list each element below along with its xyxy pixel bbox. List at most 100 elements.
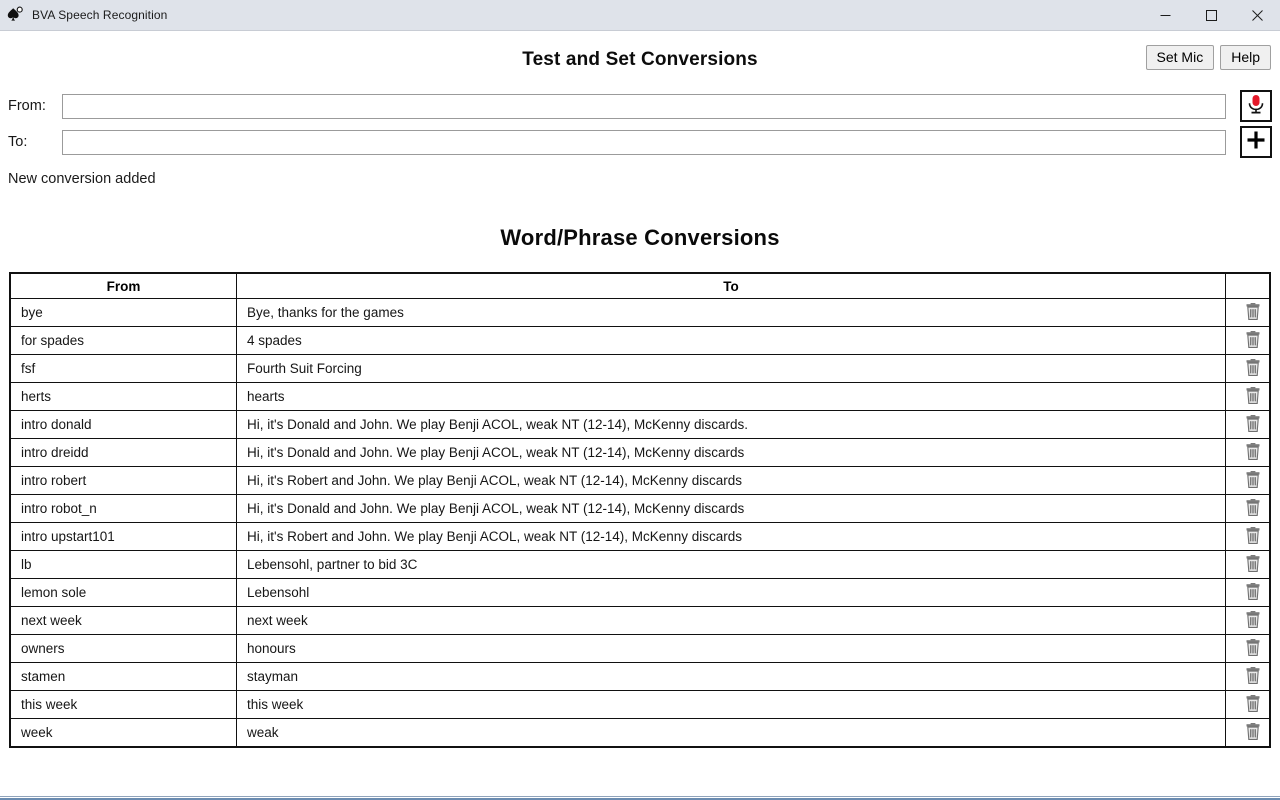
add-conversion-button[interactable] — [1240, 126, 1272, 158]
table-row: lemon soleLebensohl — [11, 579, 1270, 607]
maximize-button[interactable] — [1188, 0, 1234, 31]
cell-from: this week — [11, 691, 237, 719]
table-row: for spades4 spades — [11, 327, 1270, 355]
table-head: From To — [11, 274, 1270, 299]
delete-row-button[interactable] — [1226, 635, 1270, 663]
table-row: this weekthis week — [11, 691, 1270, 719]
conversions-table-wrap: From To byeBye, thanks for the gamesfor … — [9, 272, 1271, 748]
cell-to: Bye, thanks for the games — [237, 299, 1226, 327]
trash-icon[interactable] — [1245, 415, 1261, 432]
status-message: New conversion added — [0, 171, 1280, 187]
cell-to: honours — [237, 635, 1226, 663]
close-button[interactable] — [1234, 0, 1280, 31]
delete-row-button[interactable] — [1226, 579, 1270, 607]
trash-icon[interactable] — [1245, 611, 1261, 628]
delete-row-button[interactable] — [1226, 327, 1270, 355]
plus-icon — [1245, 129, 1267, 156]
column-header-delete — [1226, 274, 1270, 299]
cell-from: lb — [11, 551, 237, 579]
cell-from: stamen — [11, 663, 237, 691]
table-row: hertshearts — [11, 383, 1270, 411]
microphone-icon — [1245, 93, 1267, 120]
cell-to: hearts — [237, 383, 1226, 411]
trash-icon[interactable] — [1245, 695, 1261, 712]
delete-row-button[interactable] — [1226, 607, 1270, 635]
table-row: lbLebensohl, partner to bid 3C — [11, 551, 1270, 579]
cell-from: next week — [11, 607, 237, 635]
cell-from: herts — [11, 383, 237, 411]
delete-row-button[interactable] — [1226, 523, 1270, 551]
table-row: byeBye, thanks for the games — [11, 299, 1270, 327]
delete-row-button[interactable] — [1226, 663, 1270, 691]
table-row: intro dreiddHi, it's Donald and John. We… — [11, 439, 1270, 467]
cell-from: intro donald — [11, 411, 237, 439]
page-title: Test and Set Conversions — [0, 40, 1280, 80]
table-row: ownershonours — [11, 635, 1270, 663]
cell-to: Hi, it's Robert and John. We play Benji … — [237, 467, 1226, 495]
table-row: weekweak — [11, 719, 1270, 747]
cell-from: intro upstart101 — [11, 523, 237, 551]
cell-to: Hi, it's Donald and John. We play Benji … — [237, 411, 1226, 439]
trash-icon[interactable] — [1245, 387, 1261, 404]
from-input[interactable] — [62, 94, 1226, 119]
trash-icon[interactable] — [1245, 667, 1261, 684]
trash-icon[interactable] — [1245, 555, 1261, 572]
conversions-table: From To byeBye, thanks for the gamesfor … — [10, 273, 1270, 747]
delete-row-button[interactable] — [1226, 691, 1270, 719]
table-row: stamenstayman — [11, 663, 1270, 691]
column-header-to: To — [237, 274, 1226, 299]
window-controls — [1142, 0, 1280, 30]
delete-row-button[interactable] — [1226, 495, 1270, 523]
cell-to: Lebensohl — [237, 579, 1226, 607]
delete-row-button[interactable] — [1226, 551, 1270, 579]
table-row: intro upstart101Hi, it's Robert and John… — [11, 523, 1270, 551]
cell-from: fsf — [11, 355, 237, 383]
trash-icon[interactable] — [1245, 359, 1261, 376]
from-row: From: — [8, 89, 1272, 123]
to-input[interactable] — [62, 130, 1226, 155]
cell-from: intro robert — [11, 467, 237, 495]
trash-icon[interactable] — [1245, 639, 1261, 656]
cell-from: for spades — [11, 327, 237, 355]
trash-icon[interactable] — [1245, 583, 1261, 600]
column-header-from: From — [11, 274, 237, 299]
delete-row-button[interactable] — [1226, 383, 1270, 411]
trash-icon[interactable] — [1245, 723, 1261, 740]
cell-from: intro dreidd — [11, 439, 237, 467]
trash-icon[interactable] — [1245, 443, 1261, 460]
microphone-button[interactable] — [1240, 90, 1272, 122]
delete-row-button[interactable] — [1226, 299, 1270, 327]
from-label: From: — [8, 98, 62, 114]
spade-speech-icon — [6, 6, 24, 24]
delete-row-button[interactable] — [1226, 439, 1270, 467]
cell-from: intro robot_n — [11, 495, 237, 523]
table-row: next weeknext week — [11, 607, 1270, 635]
delete-row-button[interactable] — [1226, 467, 1270, 495]
help-button[interactable]: Help — [1220, 45, 1271, 70]
window-title: BVA Speech Recognition — [32, 8, 167, 22]
cell-to: 4 spades — [237, 327, 1226, 355]
delete-row-button[interactable] — [1226, 411, 1270, 439]
trash-icon[interactable] — [1245, 331, 1261, 348]
table-body: byeBye, thanks for the gamesfor spades4 … — [11, 299, 1270, 747]
header-button-group: Set Mic Help — [1146, 45, 1271, 70]
to-label: To: — [8, 134, 62, 150]
table-header-row: From To — [11, 274, 1270, 299]
trash-icon[interactable] — [1245, 499, 1261, 516]
cell-to: Hi, it's Donald and John. We play Benji … — [237, 495, 1226, 523]
cell-to: weak — [237, 719, 1226, 747]
trash-icon[interactable] — [1245, 527, 1261, 544]
cell-from: week — [11, 719, 237, 747]
cell-to: Lebensohl, partner to bid 3C — [237, 551, 1226, 579]
table-row: fsfFourth Suit Forcing — [11, 355, 1270, 383]
conversion-form: From: To: — [0, 89, 1280, 159]
minimize-button[interactable] — [1142, 0, 1188, 31]
set-mic-button[interactable]: Set Mic — [1146, 45, 1215, 70]
trash-icon[interactable] — [1245, 303, 1261, 320]
delete-row-button[interactable] — [1226, 355, 1270, 383]
delete-row-button[interactable] — [1226, 719, 1270, 747]
table-row: intro donaldHi, it's Donald and John. We… — [11, 411, 1270, 439]
trash-icon[interactable] — [1245, 471, 1261, 488]
window-titlebar: BVA Speech Recognition — [0, 0, 1280, 31]
cell-to: this week — [237, 691, 1226, 719]
